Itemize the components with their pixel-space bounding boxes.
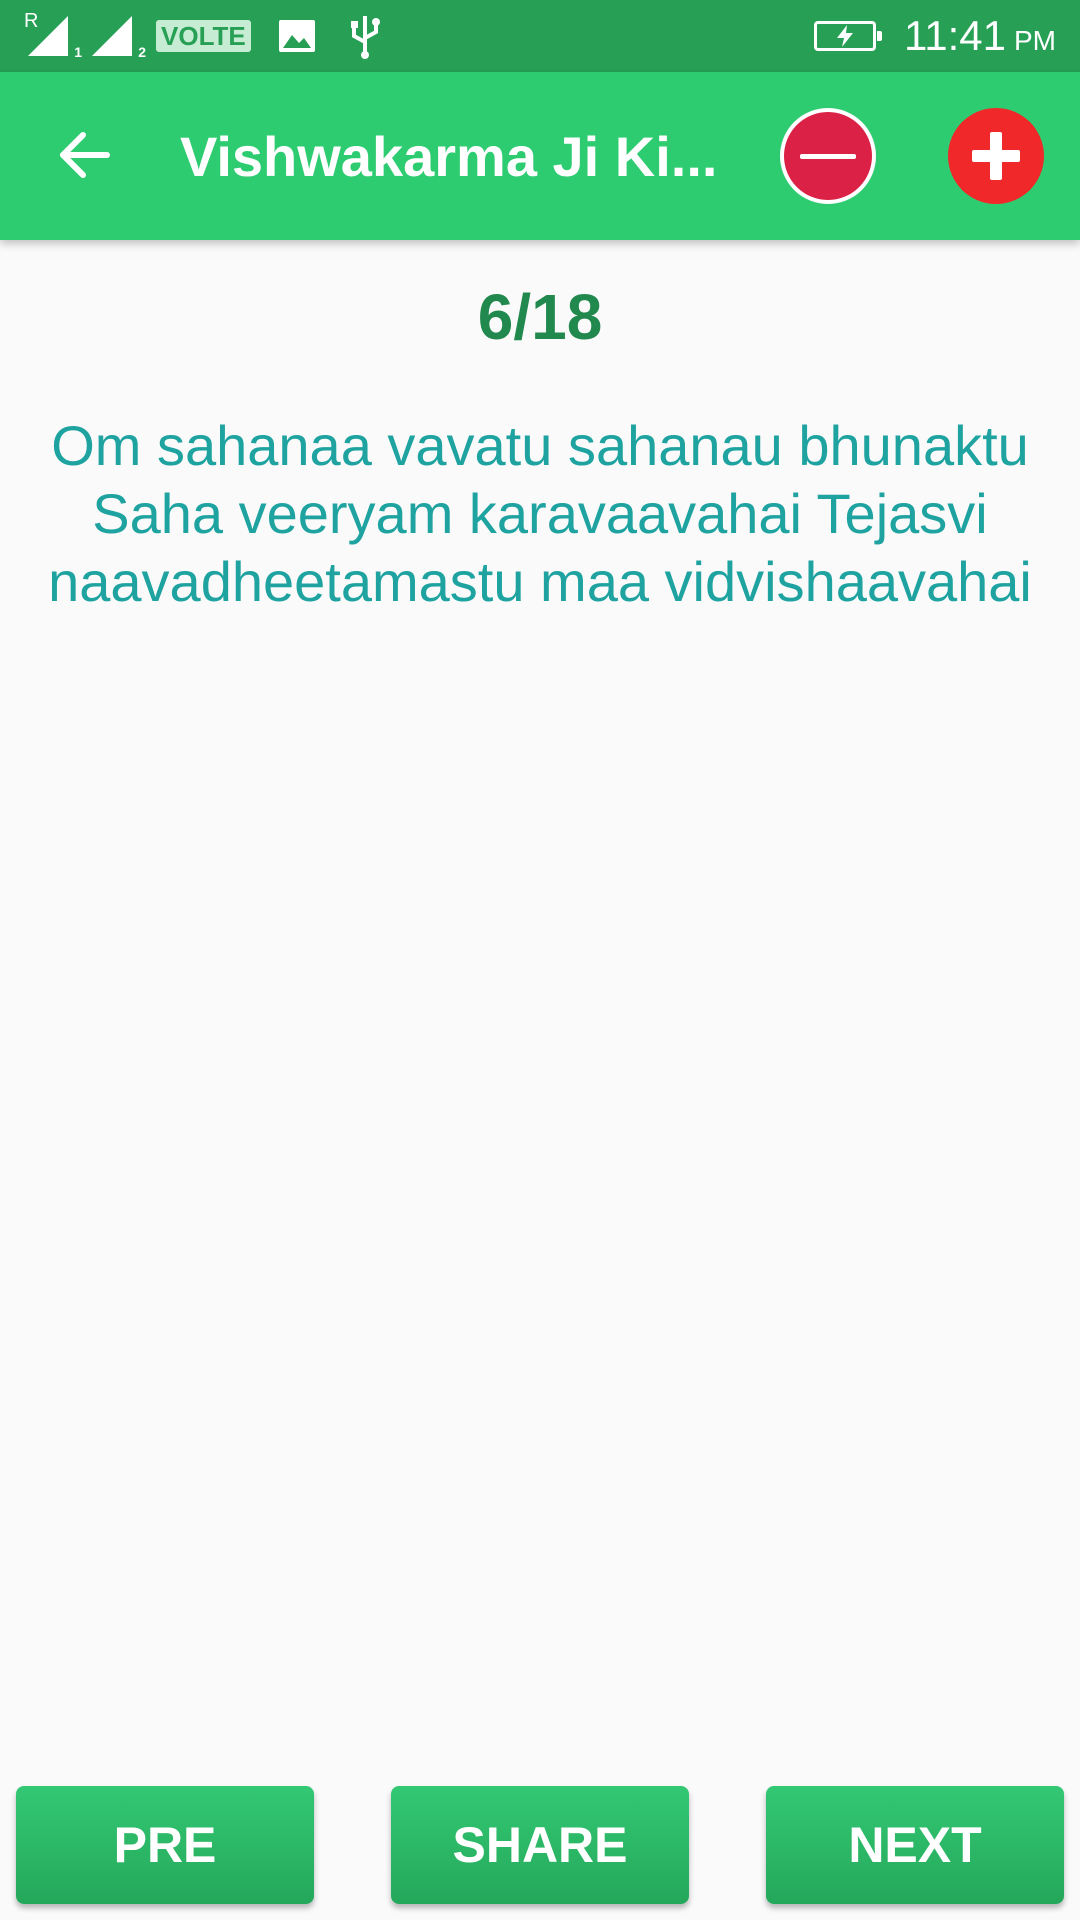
usb-icon bbox=[343, 14, 387, 59]
volte-badge: VOLTE bbox=[156, 20, 251, 52]
clock: 11:41 PM bbox=[904, 12, 1056, 60]
minus-circle-icon bbox=[800, 153, 856, 159]
verse-text: Om sahanaa vavatu sahanau bhunaktu Saha … bbox=[48, 414, 1032, 613]
status-bar: R 1 2 VOLTE 11:41 PM bbox=[0, 0, 1080, 72]
signal-sim2-icon: 2 bbox=[88, 12, 146, 60]
arrow-left-icon bbox=[60, 132, 110, 178]
status-bar-right: 11:41 PM bbox=[814, 10, 1056, 62]
zoom-in-button[interactable] bbox=[948, 108, 1044, 204]
page-title: Vishwakarma Ji Ki... bbox=[180, 125, 718, 188]
battery-charging-icon bbox=[814, 21, 882, 51]
clock-time: 11:41 bbox=[904, 12, 1006, 59]
next-button[interactable]: NEXT bbox=[766, 1786, 1064, 1904]
share-button[interactable]: SHARE bbox=[391, 1786, 689, 1904]
status-bar-left: R 1 2 VOLTE bbox=[24, 10, 387, 60]
signal-sim1-icon: R 1 bbox=[24, 10, 82, 60]
clock-ampm: PM bbox=[1014, 25, 1056, 56]
roaming-indicator: R bbox=[24, 10, 39, 32]
app-bar: Vishwakarma Ji Ki... bbox=[0, 72, 1080, 240]
page-counter: 6/18 bbox=[477, 281, 603, 353]
image-notification-icon bbox=[275, 14, 319, 58]
plus-circle-icon bbox=[972, 132, 1020, 180]
sim2-index: 2 bbox=[138, 44, 146, 60]
zoom-out-button[interactable] bbox=[780, 108, 876, 204]
back-button[interactable] bbox=[40, 110, 130, 200]
sim1-index: 1 bbox=[74, 44, 82, 60]
previous-button[interactable]: PRE bbox=[16, 1786, 314, 1904]
